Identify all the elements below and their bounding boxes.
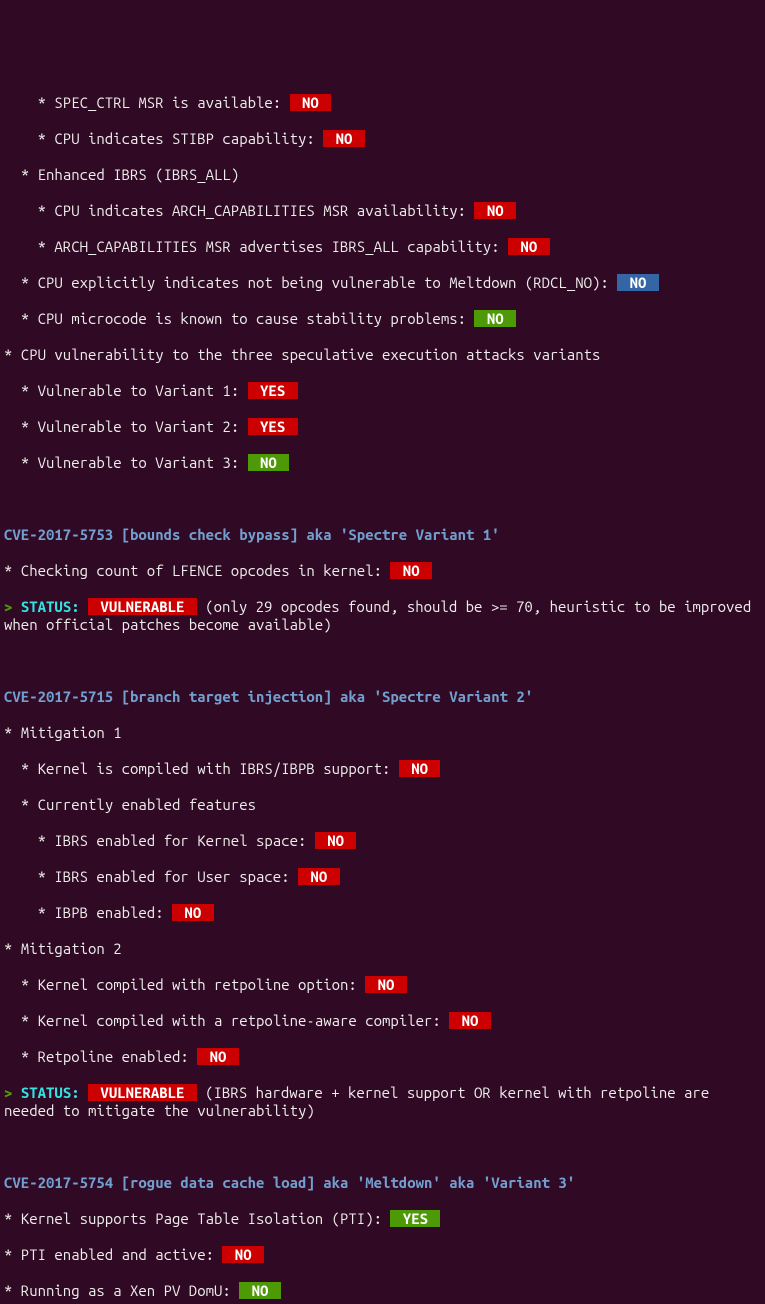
text: * IBRS enabled for Kernel space: (4, 832, 315, 849)
text: * Enhanced IBRS (IBRS_ALL) (4, 166, 239, 183)
badge-no: NO (239, 1282, 281, 1299)
badge-no: NO (248, 454, 290, 471)
terminal-output: * SPEC_CTRL MSR is available: NO * CPU i… (4, 76, 761, 1304)
status-label: STATUS: (21, 598, 88, 615)
prompt-indicator: > (4, 598, 21, 615)
badge-no: NO (222, 1246, 264, 1263)
badge-no: NO (449, 1012, 491, 1029)
line: * Mitigation 1 (4, 724, 761, 742)
badge-yes: YES (248, 418, 298, 435)
status-line: > STATUS: VULNERABLE (only 29 opcodes fo… (4, 598, 761, 634)
text: * IBRS enabled for User space: (4, 868, 298, 885)
line: * Kernel compiled with retpoline option:… (4, 976, 761, 994)
line: * Mitigation 2 (4, 940, 761, 958)
text: * IBPB enabled: (4, 904, 172, 921)
line: * Checking count of LFENCE opcodes in ke… (4, 562, 761, 580)
prompt-indicator: > (4, 1084, 21, 1101)
text: * Mitigation 1 (4, 724, 122, 741)
line: * CPU indicates STIBP capability: NO (4, 130, 761, 148)
badge-no: NO (290, 94, 332, 111)
line: * PTI enabled and active: NO (4, 1246, 761, 1264)
cve-heading: CVE-2017-5753 [bounds check bypass] aka … (4, 526, 761, 544)
line: * Retpoline enabled: NO (4, 1048, 761, 1066)
badge-no: NO (617, 274, 659, 291)
line: * Running as a Xen PV DomU: NO (4, 1282, 761, 1300)
line: * Currently enabled features (4, 796, 761, 814)
badge-no: NO (365, 976, 407, 993)
blank-line (4, 652, 761, 670)
text: * CPU vulnerability to the three specula… (4, 346, 600, 363)
text: * Currently enabled features (4, 796, 256, 813)
badge-no: NO (474, 310, 516, 327)
line: * SPEC_CTRL MSR is available: NO (4, 94, 761, 112)
badge-yes: YES (248, 382, 298, 399)
text: * CPU microcode is known to cause stabil… (4, 310, 474, 327)
text: * Retpoline enabled: (4, 1048, 197, 1065)
badge-no: NO (399, 760, 441, 777)
text: * ARCH_CAPABILITIES MSR advertises IBRS_… (4, 238, 508, 255)
text: * Kernel is compiled with IBRS/IBPB supp… (4, 760, 399, 777)
line: * IBPB enabled: NO (4, 904, 761, 922)
badge-no: NO (315, 832, 357, 849)
status-label: STATUS: (21, 1084, 88, 1101)
badge-no: NO (474, 202, 516, 219)
badge-yes: YES (390, 1210, 440, 1227)
line: * CPU explicitly indicates not being vul… (4, 274, 761, 292)
blank-line (4, 490, 761, 508)
line: * Kernel is compiled with IBRS/IBPB supp… (4, 760, 761, 778)
status-line: > STATUS: VULNERABLE (IBRS hardware + ke… (4, 1084, 761, 1120)
line: * CPU indicates ARCH_CAPABILITIES MSR av… (4, 202, 761, 220)
line: * IBRS enabled for User space: NO (4, 868, 761, 886)
status-badge-vulnerable: VULNERABLE (88, 1084, 197, 1101)
text: * Vulnerable to Variant 2: (4, 418, 248, 435)
line: * CPU microcode is known to cause stabil… (4, 310, 761, 328)
cve-heading: CVE-2017-5715 [branch target injection] … (4, 688, 761, 706)
text: * Kernel supports Page Table Isolation (… (4, 1210, 390, 1227)
badge-no: NO (298, 868, 340, 885)
text: * Vulnerable to Variant 1: (4, 382, 248, 399)
status-badge-vulnerable: VULNERABLE (88, 598, 197, 615)
text: * Checking count of LFENCE opcodes in ke… (4, 562, 390, 579)
text: * Kernel compiled with a retpoline-aware… (4, 1012, 449, 1029)
badge-no: NO (323, 130, 365, 147)
line: * IBRS enabled for Kernel space: NO (4, 832, 761, 850)
text: * Running as a Xen PV DomU: (4, 1282, 239, 1299)
line: * Kernel compiled with a retpoline-aware… (4, 1012, 761, 1030)
badge-no: NO (390, 562, 432, 579)
line: * Enhanced IBRS (IBRS_ALL) (4, 166, 761, 184)
text: * PTI enabled and active: (4, 1246, 222, 1263)
line: * Kernel supports Page Table Isolation (… (4, 1210, 761, 1228)
line: * Vulnerable to Variant 2: YES (4, 418, 761, 436)
text: * Mitigation 2 (4, 940, 122, 957)
text: * CPU explicitly indicates not being vul… (4, 274, 617, 291)
line: * ARCH_CAPABILITIES MSR advertises IBRS_… (4, 238, 761, 256)
text: * SPEC_CTRL MSR is available: (4, 94, 290, 111)
blank-line (4, 1138, 761, 1156)
badge-no: NO (508, 238, 550, 255)
text: * Kernel compiled with retpoline option: (4, 976, 365, 993)
line: * Vulnerable to Variant 1: YES (4, 382, 761, 400)
cve-heading: CVE-2017-5754 [rogue data cache load] ak… (4, 1174, 761, 1192)
text: * Vulnerable to Variant 3: (4, 454, 248, 471)
text: * CPU indicates ARCH_CAPABILITIES MSR av… (4, 202, 474, 219)
line: * Vulnerable to Variant 3: NO (4, 454, 761, 472)
badge-no: NO (172, 904, 214, 921)
line: * CPU vulnerability to the three specula… (4, 346, 761, 364)
badge-no: NO (197, 1048, 239, 1065)
text: * CPU indicates STIBP capability: (4, 130, 323, 147)
